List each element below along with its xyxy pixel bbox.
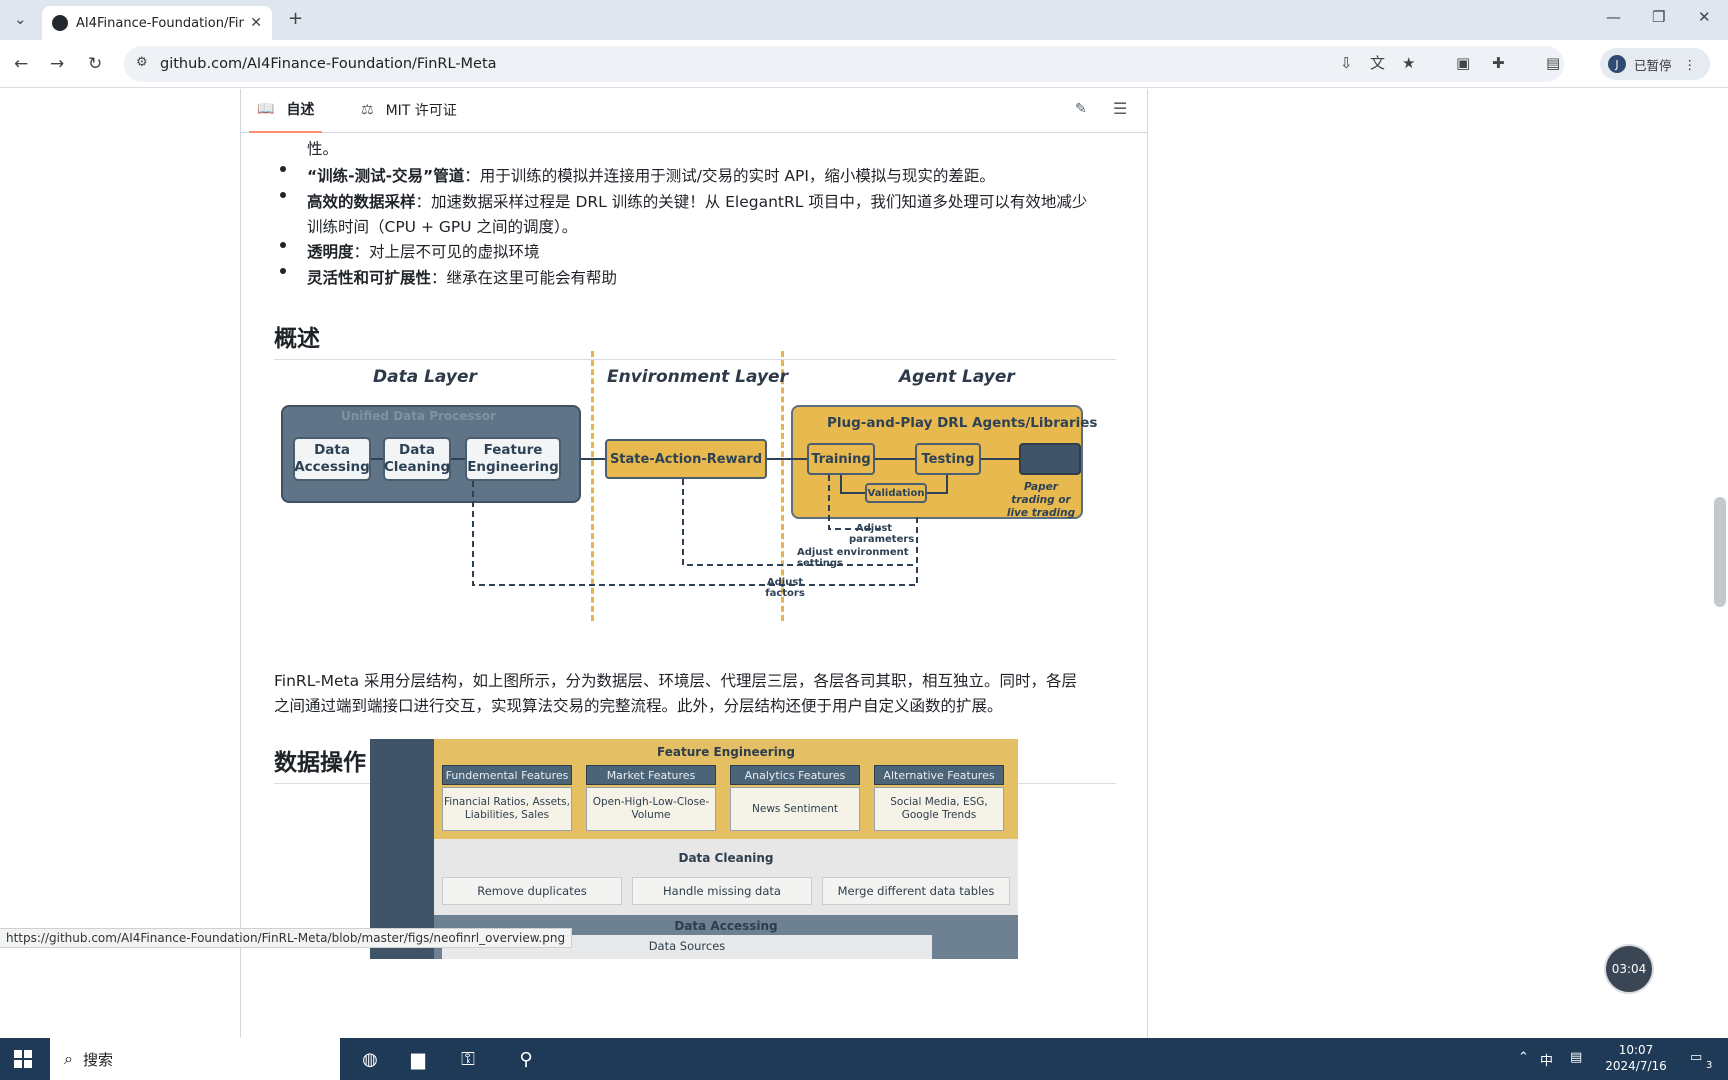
close-tab-icon[interactable]: ✕ [250, 15, 262, 31]
file-explorer-icon[interactable]: ▆ [401, 1044, 435, 1074]
cut-line: 性。 [307, 140, 339, 158]
forward-icon[interactable]: → [50, 56, 64, 73]
diagram-sidebar [370, 739, 434, 959]
overview-para-line-2: 之间通过端到端接口进行交互，实现算法交易的完整流程。此外，分层结构还便于用户自定… [274, 697, 1003, 715]
maximize-icon[interactable]: ❐ [1652, 10, 1665, 25]
tab-readme-label: 自述 [286, 102, 315, 118]
cleaning-card: Merge different data tables [822, 877, 1010, 905]
url-text: github.com/AI4Finance-Foundation/FinRL-M… [160, 56, 497, 72]
bullet-dot [280, 166, 288, 172]
tab-license[interactable]: ⚖ MIT 许可证 [361, 89, 457, 133]
address-bar[interactable]: ⚙ github.com/AI4Finance-Foundation/FinRL… [124, 46, 1564, 82]
tray-chevron-icon[interactable]: ⌃ [1518, 1050, 1529, 1065]
tab-title: AI4Finance-Foundation/FinRL- [76, 15, 245, 31]
profile-label: 已暂停 [1634, 57, 1672, 73]
scrollbar-thumb[interactable] [1714, 497, 1726, 607]
browser-tab[interactable]: AI4Finance-Foundation/FinRL- ✕ [42, 6, 272, 40]
taskbar-search[interactable]: ⌕ 搜索 [50, 1038, 340, 1080]
adjust-environment-label: Adjust environment settings [797, 547, 909, 569]
outline-list-icon[interactable]: ☰ [1113, 99, 1127, 118]
bullet-3-bold: 透明度 [307, 243, 354, 261]
profile-button[interactable]: J 已暂停 ⋮ [1600, 48, 1710, 80]
page-content: 📖 自述 ⚖ MIT 许可证 ✎ ☰ 性。 “训练-测试-交易”管道：用于训练的… [0, 89, 1728, 1038]
feature-head: Fundemental Features [442, 765, 572, 785]
menu-kebab-icon[interactable]: ⋮ [1684, 57, 1697, 72]
bullet-1-bold: “训练-测试-交易”管道 [307, 167, 465, 185]
overview-para-line-1: FinRL-Meta 采用分层结构，如上图所示，分为数据层、环境层、代理层三层，… [274, 672, 1078, 690]
readme-header: 📖 自述 ⚖ MIT 许可证 ✎ ☰ [241, 89, 1147, 133]
edit-pencil-icon[interactable]: ✎ [1075, 101, 1087, 117]
app-key-icon[interactable]: ⚿ [451, 1044, 485, 1074]
back-icon[interactable]: ← [14, 56, 28, 73]
start-windows-icon[interactable] [14, 1050, 32, 1068]
taskbar-search-label: 搜索 [82, 1050, 113, 1069]
bookmark-star-icon[interactable]: ★ [1402, 56, 1415, 71]
feature-card: Financial Ratios, Assets, Liabilities, S… [442, 787, 572, 831]
browser-toolbar: ← → ↻ ⚙ github.com/AI4Finance-Foundation… [0, 40, 1728, 88]
feature-card: Open-High-Low-Close-Volume [586, 787, 716, 831]
bullet-item-3: 透明度：对上层不可见的虚拟环境 [307, 240, 1107, 265]
bullet-4-text: ：继承在这里可能会有帮助 [431, 269, 618, 287]
bullet-item-2: 高效的数据采样：加速数据采样过程是 DRL 训练的关键！从 ElegantRL … [307, 190, 1107, 240]
bullet-1-text: ：用于训练的模拟并连接用于测试/交易的实时 API，缩小模拟与现实的差距。 [464, 167, 995, 185]
data-cleaning-title: Data Cleaning [678, 851, 774, 865]
notification-icon[interactable]: ▭ [1690, 1050, 1702, 1065]
bullet-dot [280, 242, 288, 248]
overview-connectors [371, 458, 1019, 586]
overview-paragraph: FinRL-Meta 采用分层结构，如上图所示，分为数据层、环境层、代理层三层，… [274, 669, 1116, 719]
readme-card: 📖 自述 ⚖ MIT 许可证 ✎ ☰ 性。 “训练-测试-交易”管道：用于训练的… [240, 89, 1148, 1038]
scale-icon: ⚖ [361, 102, 374, 118]
feature-head: Analytics Features [730, 765, 860, 785]
browser-app-icon[interactable]: ◍ [353, 1044, 387, 1074]
reload-icon[interactable]: ↻ [88, 56, 102, 73]
status-bar-url: https://github.com/AI4Finance-Foundation… [0, 928, 573, 948]
bullet-2-text-cont: 训练时间（CPU + GPU 之间的调度）。 [307, 218, 578, 236]
feature-card: News Sentiment [730, 787, 860, 831]
cleaning-card: Handle missing data [632, 877, 812, 905]
search-icon: ⌕ [64, 1049, 73, 1068]
feature-head: Alternative Features [874, 765, 1004, 785]
bullet-dot [280, 268, 288, 274]
close-window-icon[interactable]: ✕ [1698, 10, 1711, 25]
windows-taskbar: ⌕ 搜索 ◍ ▆ ⚿ ⚲ ⌃ 中 ▤ 10:07 2024/7/16 ▭ 3 [0, 1038, 1728, 1080]
tab-search-icon[interactable]: ⌄ [14, 12, 27, 27]
site-info-icon[interactable]: ⚙ [136, 56, 148, 69]
system-clock[interactable]: 10:07 2024/7/16 [1596, 1042, 1676, 1074]
clock-date: 2024/7/16 [1605, 1059, 1667, 1073]
notification-count: 3 [1706, 1060, 1713, 1071]
adjust-parameters-label: Adjust parameters [849, 523, 915, 545]
tab-license-label: MIT 许可证 [385, 103, 457, 119]
cleaning-card: Remove duplicates [442, 877, 622, 905]
clock-time: 10:07 [1618, 1043, 1654, 1057]
tab-readme[interactable]: 📖 自述 [249, 89, 323, 133]
puzzle-icon[interactable]: ✚ [1492, 56, 1505, 71]
tab-strip: ⌄ AI4Finance-Foundation/FinRL- ✕ + — ❐ ✕ [0, 0, 1728, 40]
ime-indicator[interactable]: 中 [1540, 1050, 1553, 1069]
bullet-2-text: ：加速数据采样过程是 DRL 训练的关键！从 ElegantRL 项目中，我们知… [415, 193, 1088, 211]
minimize-icon[interactable]: — [1606, 10, 1621, 25]
github-favicon-icon [52, 15, 68, 31]
extension-icon[interactable]: ▣ [1456, 56, 1470, 71]
feature-head: Market Features [586, 765, 716, 785]
overview-diagram[interactable]: Data Layer Environment Layer Agent Layer… [277, 351, 1107, 621]
feature-engineering-title: Feature Engineering [657, 745, 795, 759]
install-app-icon[interactable]: ⇩ [1340, 56, 1353, 71]
bullet-item-4: 灵活性和可扩展性：继承在这里可能会有帮助 [307, 266, 1107, 291]
recording-timer[interactable]: 03:04 [1606, 946, 1652, 992]
bullet-2-bold: 高效的数据采样 [307, 193, 416, 211]
tray-app-icon[interactable]: ▤ [1570, 1050, 1582, 1065]
adjust-factors-label: Adjust factors [765, 577, 805, 599]
book-icon: 📖 [257, 101, 275, 117]
bullet-item-1: “训练-测试-交易”管道：用于训练的模拟并连接用于测试/交易的实时 API，缩小… [307, 164, 1107, 189]
translate-icon[interactable]: 文 [1370, 56, 1385, 71]
bullet-dot [280, 192, 288, 198]
feature-card: Social Media, ESG, Google Trends [874, 787, 1004, 831]
bullet-3-text: ：对上层不可见的虚拟环境 [353, 243, 540, 261]
new-tab-icon[interactable]: + [288, 10, 303, 28]
app-tool-icon[interactable]: ⚲ [509, 1044, 543, 1074]
bullet-4-bold: 灵活性和可扩展性 [307, 269, 432, 287]
data-operations-diagram[interactable]: Feature Engineering Fundemental Features… [370, 739, 1018, 959]
avatar: J [1608, 55, 1626, 73]
reading-list-icon[interactable]: ▤ [1546, 56, 1560, 71]
